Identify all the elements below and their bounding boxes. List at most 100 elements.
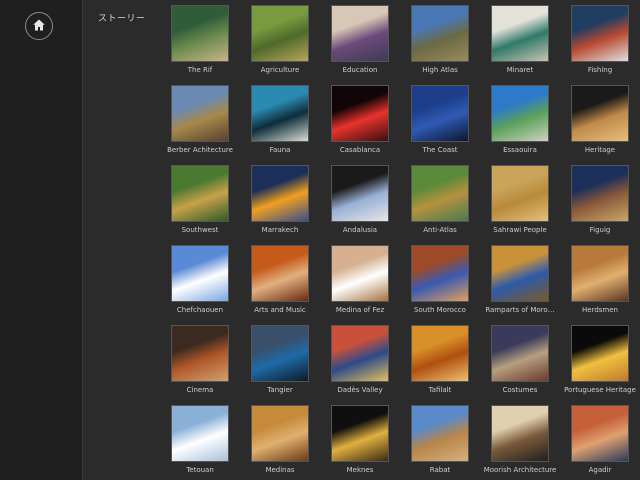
story-caption: Anti-Atlas bbox=[423, 226, 457, 234]
story-thumbnail[interactable] bbox=[411, 405, 469, 462]
story-thumbnail[interactable] bbox=[331, 405, 389, 462]
story-thumbnail[interactable] bbox=[571, 5, 629, 62]
story-thumbnail[interactable] bbox=[171, 165, 229, 222]
story-tile[interactable]: Andalusia bbox=[320, 160, 400, 240]
story-thumbnail[interactable] bbox=[331, 85, 389, 142]
story-caption: Medina of Fez bbox=[335, 306, 385, 314]
story-caption: Arts and Music bbox=[254, 306, 306, 314]
story-caption: Casablanca bbox=[339, 146, 381, 154]
story-tile[interactable]: Education bbox=[320, 0, 400, 80]
story-caption: Herdsmen bbox=[582, 306, 618, 314]
story-tile[interactable]: Rabat bbox=[400, 400, 480, 480]
story-thumbnail[interactable] bbox=[411, 165, 469, 222]
story-caption: Figuig bbox=[589, 226, 611, 234]
story-thumbnail[interactable] bbox=[251, 85, 309, 142]
story-thumbnail[interactable] bbox=[571, 165, 629, 222]
story-caption: Tetouan bbox=[186, 466, 214, 474]
story-tile[interactable]: Chefchaouen bbox=[160, 240, 240, 320]
story-thumbnail[interactable] bbox=[331, 325, 389, 382]
story-caption: Medinas bbox=[265, 466, 295, 474]
story-caption: Berber Achitecture bbox=[167, 146, 233, 154]
story-caption: Fauna bbox=[269, 146, 291, 154]
story-tile[interactable]: Arts and Music bbox=[240, 240, 320, 320]
story-thumbnail[interactable] bbox=[491, 165, 549, 222]
story-caption: Fishing bbox=[587, 66, 613, 74]
story-caption: South Morocco bbox=[414, 306, 466, 314]
story-thumbnail[interactable] bbox=[491, 5, 549, 62]
story-tile[interactable]: Fishing bbox=[560, 0, 640, 80]
story-caption: Cinema bbox=[186, 386, 214, 394]
story-tile[interactable]: Casablanca bbox=[320, 80, 400, 160]
story-tile[interactable]: Costumes bbox=[480, 320, 560, 400]
story-caption: Sahrawi People bbox=[493, 226, 547, 234]
story-tile[interactable]: Agadir bbox=[560, 400, 640, 480]
story-tile[interactable]: Berber Achitecture bbox=[160, 80, 240, 160]
story-tile[interactable]: Herdsmen bbox=[560, 240, 640, 320]
story-tile[interactable]: Medina of Fez bbox=[320, 240, 400, 320]
story-caption: Andalusia bbox=[342, 226, 378, 234]
story-thumbnail[interactable] bbox=[411, 5, 469, 62]
story-tile[interactable]: Tangier bbox=[240, 320, 320, 400]
story-caption: Minaret bbox=[506, 66, 534, 74]
story-thumbnail[interactable] bbox=[491, 245, 549, 302]
story-caption: Rabat bbox=[429, 466, 451, 474]
story-thumbnail[interactable] bbox=[171, 85, 229, 142]
story-caption: Tafilalt bbox=[428, 386, 452, 394]
story-thumbnail[interactable] bbox=[411, 85, 469, 142]
story-caption: Southwest bbox=[181, 226, 219, 234]
story-caption: Ramparts of Moro… bbox=[485, 306, 555, 314]
story-tile[interactable]: Medinas bbox=[240, 400, 320, 480]
story-thumbnail[interactable] bbox=[331, 5, 389, 62]
story-thumbnail[interactable] bbox=[491, 405, 549, 462]
story-thumbnail[interactable] bbox=[571, 405, 629, 462]
story-tile[interactable]: Agriculture bbox=[240, 0, 320, 80]
story-thumbnail[interactable] bbox=[411, 245, 469, 302]
story-tile[interactable]: Anti-Atlas bbox=[400, 160, 480, 240]
story-thumbnail[interactable] bbox=[171, 325, 229, 382]
story-caption: Dadès Valley bbox=[337, 386, 383, 394]
story-thumbnail[interactable] bbox=[331, 165, 389, 222]
story-thumbnail[interactable] bbox=[251, 165, 309, 222]
story-tile[interactable]: South Morocco bbox=[400, 240, 480, 320]
story-tile[interactable]: Tafilalt bbox=[400, 320, 480, 400]
story-tile[interactable]: Sahrawi People bbox=[480, 160, 560, 240]
story-thumbnail[interactable] bbox=[571, 85, 629, 142]
story-thumbnail[interactable] bbox=[491, 85, 549, 142]
story-caption: Costumes bbox=[502, 386, 538, 394]
story-tile[interactable]: Meknes bbox=[320, 400, 400, 480]
story-tile[interactable]: Dadès Valley bbox=[320, 320, 400, 400]
story-thumbnail[interactable] bbox=[251, 325, 309, 382]
story-tile[interactable]: Ramparts of Moro… bbox=[480, 240, 560, 320]
story-caption: The Coast bbox=[422, 146, 458, 154]
story-caption: High Atlas bbox=[422, 66, 458, 74]
story-thumbnail[interactable] bbox=[171, 405, 229, 462]
story-tile[interactable]: Figuig bbox=[560, 160, 640, 240]
story-thumbnail[interactable] bbox=[491, 325, 549, 382]
story-tile[interactable]: Tetouan bbox=[160, 400, 240, 480]
story-tile[interactable]: Portuguese Heritage bbox=[560, 320, 640, 400]
story-thumbnail[interactable] bbox=[571, 245, 629, 302]
story-thumbnail[interactable] bbox=[411, 325, 469, 382]
story-thumbnail[interactable] bbox=[171, 245, 229, 302]
story-tile[interactable]: High Atlas bbox=[400, 0, 480, 80]
story-caption: Agriculture bbox=[260, 66, 300, 74]
story-tile[interactable]: The Coast bbox=[400, 80, 480, 160]
story-thumbnail[interactable] bbox=[331, 245, 389, 302]
story-tile[interactable]: Southwest bbox=[160, 160, 240, 240]
story-tile[interactable]: Cinema bbox=[160, 320, 240, 400]
story-thumbnail[interactable] bbox=[251, 405, 309, 462]
story-thumbnail[interactable] bbox=[171, 5, 229, 62]
story-thumbnail[interactable] bbox=[251, 5, 309, 62]
story-caption: Chefchaouen bbox=[176, 306, 224, 314]
story-caption: Marrakech bbox=[261, 226, 299, 234]
story-tile[interactable]: Essaouira bbox=[480, 80, 560, 160]
story-tile[interactable]: Fauna bbox=[240, 80, 320, 160]
story-thumbnail[interactable] bbox=[251, 245, 309, 302]
story-tile[interactable]: Minaret bbox=[480, 0, 560, 80]
story-tile[interactable]: The Rif bbox=[160, 0, 240, 80]
story-tile[interactable]: Heritage bbox=[560, 80, 640, 160]
story-tile[interactable]: Marrakech bbox=[240, 160, 320, 240]
story-thumbnail[interactable] bbox=[571, 325, 629, 382]
story-tile[interactable]: Moorish Architecture bbox=[480, 400, 560, 480]
story-caption: Essaouira bbox=[503, 146, 537, 154]
